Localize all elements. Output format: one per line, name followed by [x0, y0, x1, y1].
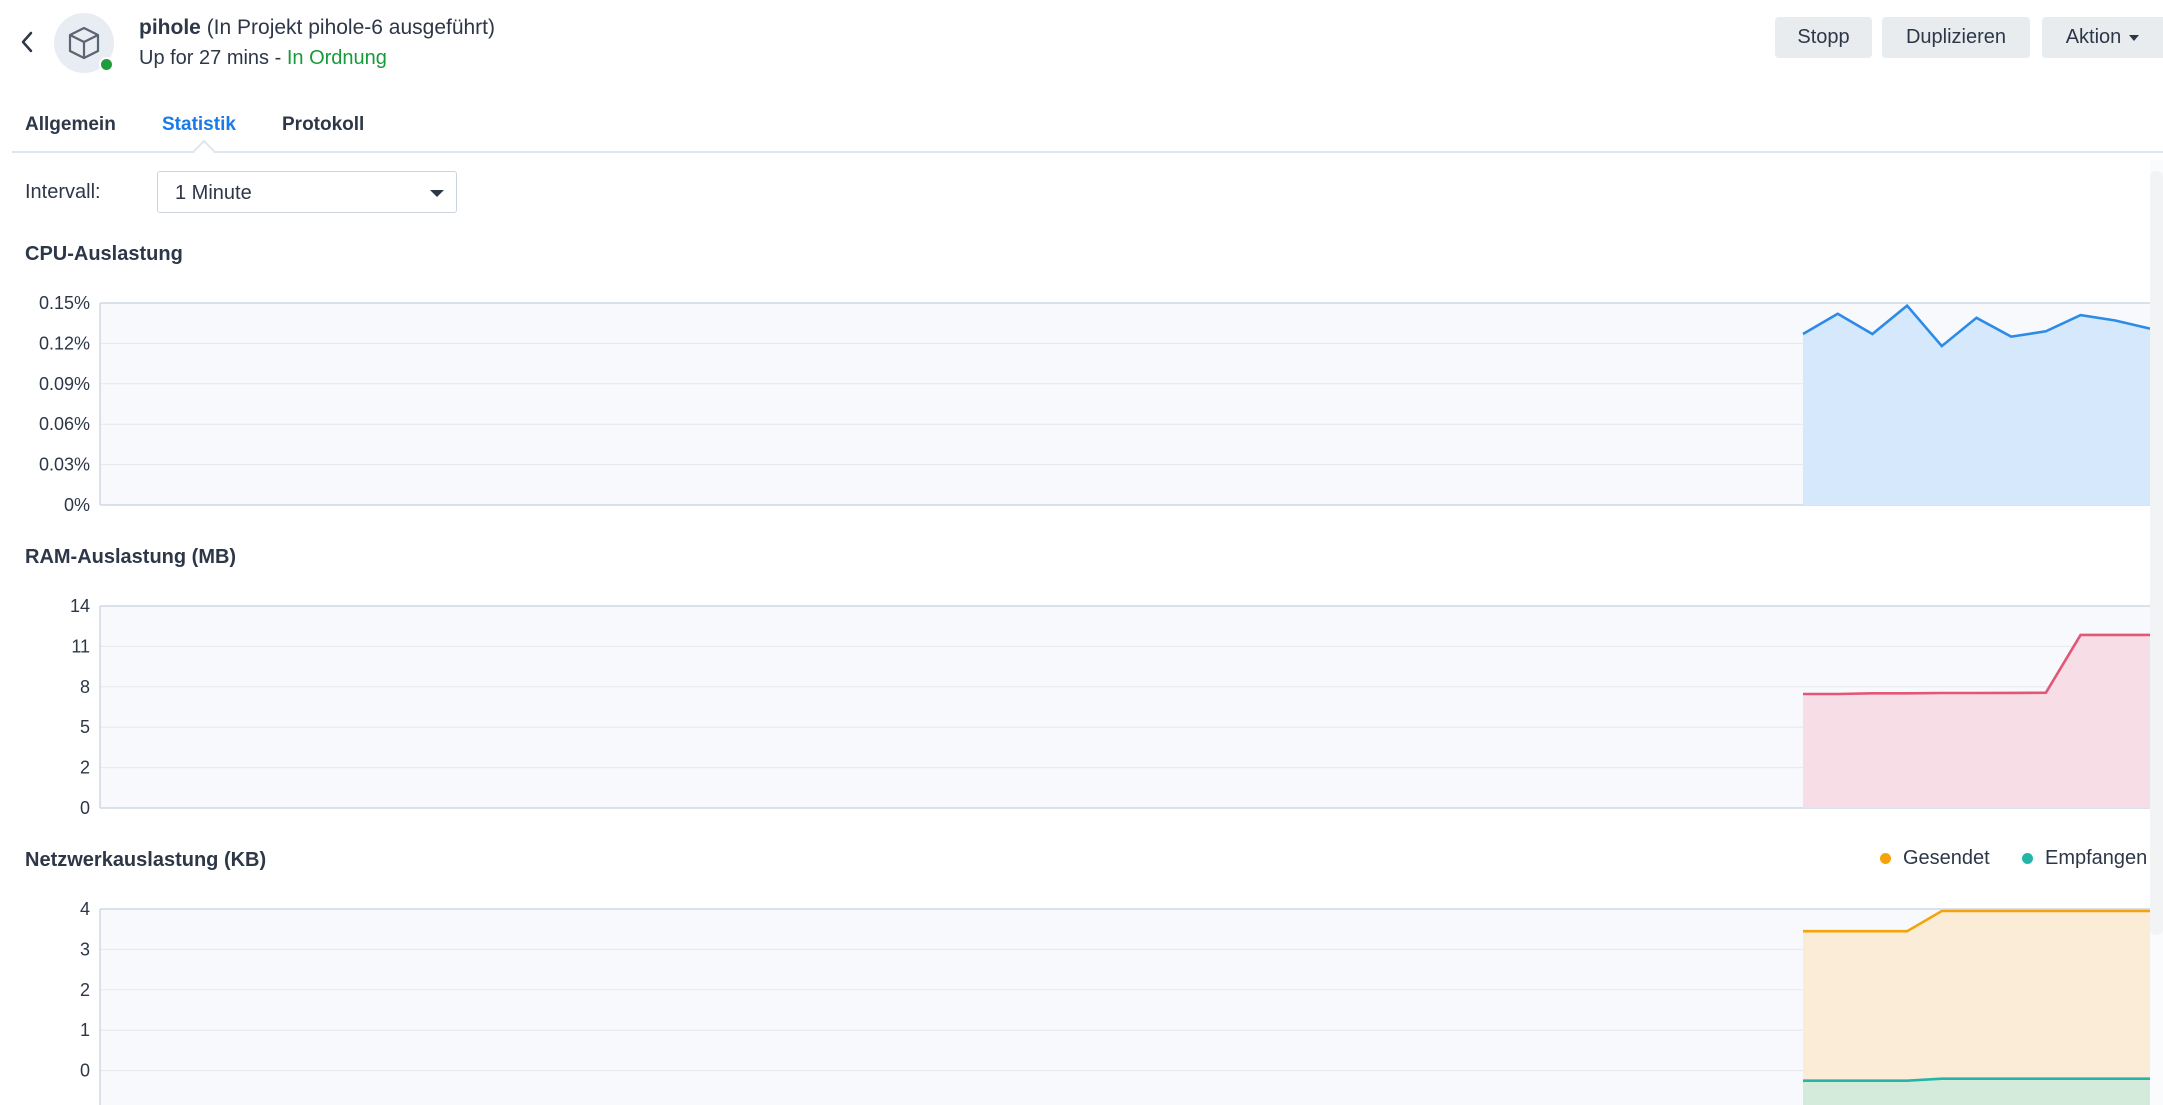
duplicate-button-label: Duplizieren: [1905, 26, 2007, 48]
y-tick-label: 0%: [64, 495, 90, 515]
dropdown-caret-icon: [430, 190, 444, 197]
y-tick-label: 3: [80, 939, 90, 959]
y-tick-label: 5: [80, 717, 90, 737]
back-arrow-icon[interactable]: [20, 30, 34, 54]
legend-sent-dot: [1880, 853, 1891, 864]
container-cube-icon: [68, 26, 100, 60]
action-button-label: Aktion: [2065, 26, 2122, 48]
legend-received-dot: [2022, 853, 2033, 864]
network-chart: 4 3 2 1 0: [80, 899, 2151, 1105]
series-area: [1803, 911, 2150, 1105]
uptime-text: Up for 27 mins -: [139, 47, 282, 69]
interval-select[interactable]: 1 Minute: [157, 171, 457, 213]
legend-sent-label: Gesendet: [1903, 847, 1990, 869]
y-tick-label: 0: [80, 1061, 90, 1081]
scrollbar-thumb[interactable]: [2150, 171, 2163, 935]
y-tick-label: 4: [80, 899, 90, 919]
y-tick-label: 0.06%: [39, 414, 90, 434]
series-area: [1803, 305, 2150, 505]
container-title: pihole (In Projekt pihole-6 ausgeführt): [139, 16, 495, 40]
y-tick-label: 0: [80, 798, 90, 818]
stop-button-label: Stopp: [1797, 26, 1850, 48]
tab-general[interactable]: Allgemein: [25, 114, 116, 136]
ram-chart: 14 11 8 5 2 0: [70, 596, 2151, 818]
y-tick-label: 11: [71, 636, 90, 656]
active-tab-indicator: [192, 139, 216, 163]
legend-received-label: Empfangen: [2045, 847, 2148, 869]
ram-section-title: RAM-Auslastung (MB): [25, 546, 237, 568]
chevron-down-icon: [2129, 34, 2140, 41]
running-status-dot: [99, 57, 114, 72]
y-tick-label: 0.03%: [39, 455, 90, 475]
y-tick-label: 14: [70, 596, 90, 616]
interval-value: 1 Minute: [175, 182, 252, 204]
tab-divider: [12, 151, 2163, 153]
y-tick-label: 2: [80, 758, 90, 778]
cpu-section-title: CPU-Auslastung: [25, 243, 183, 265]
container-name: pihole: [139, 16, 201, 39]
container-status: Up for 27 mins - In Ordnung: [139, 47, 387, 70]
y-tick-label: 8: [80, 677, 90, 697]
legend-sent[interactable]: Gesendet: [1880, 847, 1990, 870]
project-note: (In Projekt pihole-6 ausgeführt): [206, 16, 496, 39]
tab-log[interactable]: Protokoll: [282, 114, 364, 136]
y-tick-label: 2: [80, 980, 90, 1000]
network-section-title: Netzwerkauslastung (KB): [25, 849, 267, 871]
y-tick-label: 0.12%: [39, 333, 90, 353]
duplicate-button[interactable]: Duplizieren: [1882, 17, 2030, 58]
legend-received[interactable]: Empfangen: [2022, 847, 2147, 870]
cpu-chart: 0.15% 0.12% 0.09% 0.06% 0.03% 0%: [39, 293, 2151, 515]
y-tick-label: 1: [80, 1020, 90, 1040]
y-tick-label: 0.15%: [39, 293, 90, 313]
action-dropdown-button[interactable]: Aktion: [2042, 17, 2163, 58]
tab-statistics[interactable]: Statistik: [162, 114, 236, 136]
y-tick-label: 0.09%: [39, 374, 90, 394]
stop-button[interactable]: Stopp: [1775, 17, 1872, 58]
health-status: In Ordnung: [286, 47, 387, 69]
interval-label: Intervall:: [25, 181, 101, 203]
series-area: [1803, 1078, 2150, 1105]
